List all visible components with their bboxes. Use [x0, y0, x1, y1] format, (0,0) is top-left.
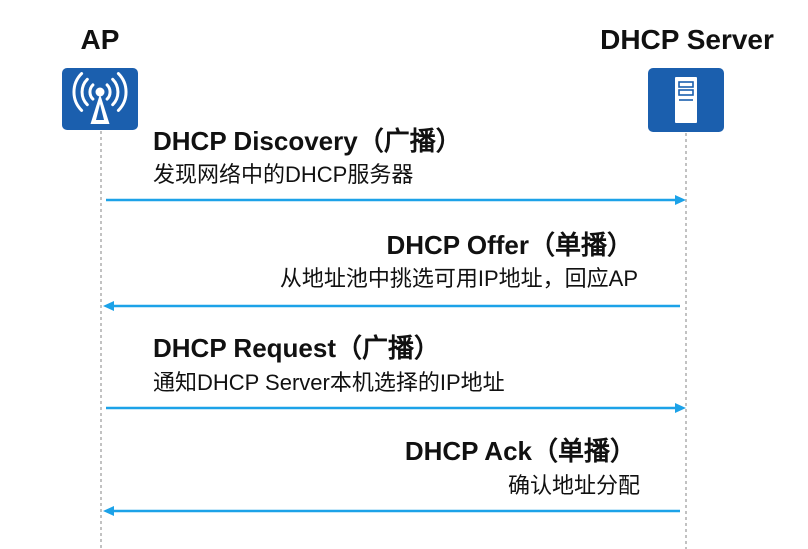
server-participant-label: DHCP Server [600, 24, 774, 55]
arrow-head [103, 301, 114, 311]
arrow-head [675, 403, 686, 413]
offer-message-title: DHCP Offer（单播） [386, 230, 633, 260]
arrow-head [675, 195, 686, 205]
ack-message-title: DHCP Ack（单播） [404, 436, 636, 466]
discovery-message-title: DHCP Discovery（广播） [153, 126, 462, 156]
wireless-ap-icon [62, 68, 138, 130]
arrow-head [103, 506, 114, 516]
request-message-title: DHCP Request（广播） [153, 333, 441, 363]
ack-arrow [103, 506, 680, 516]
discovery-message-description: 发现网络中的DHCP服务器 [153, 162, 414, 187]
offer-arrow [103, 301, 680, 311]
ap-participant-label: AP [80, 24, 120, 55]
discovery-arrow [106, 195, 686, 205]
offer-message-description: 从地址池中挑选可用IP地址，回应AP [279, 266, 638, 291]
ack-message-description: 确认地址分配 [507, 473, 640, 498]
request-message-description: 通知DHCP Server本机选择的IP地址 [153, 370, 505, 395]
dhcp-sequence-diagram: AP DHCP Server DHCP Discovery（广播） 发现网络中的… [0, 0, 808, 549]
server-icon [648, 68, 724, 132]
request-arrow [106, 403, 686, 413]
antenna-tip [95, 87, 105, 97]
